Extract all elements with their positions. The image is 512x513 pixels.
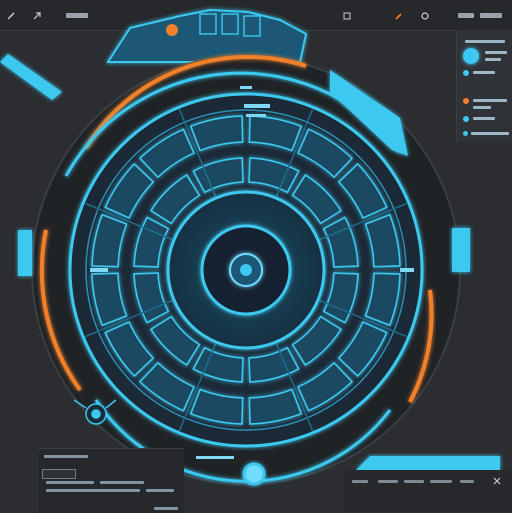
diagonal-accent-bar bbox=[0, 54, 62, 100]
bottom-right-bar bbox=[356, 456, 500, 470]
row-1-line bbox=[485, 51, 507, 54]
top-turret bbox=[106, 8, 308, 63]
panel-row-4[interactable] bbox=[457, 112, 512, 126]
strip-line-1 bbox=[352, 480, 368, 483]
status-button[interactable] bbox=[42, 469, 76, 479]
circular-hud-display bbox=[0, 8, 500, 486]
row-1-subline bbox=[485, 58, 501, 61]
right-info-panel bbox=[456, 30, 512, 142]
status-line-3 bbox=[100, 481, 144, 484]
status-line-1 bbox=[44, 455, 88, 458]
row-4-line bbox=[473, 117, 495, 120]
status-line-6 bbox=[154, 507, 178, 510]
small-dot-icon bbox=[463, 131, 468, 136]
strip-line-4 bbox=[430, 480, 452, 483]
bottom-status-panel bbox=[38, 448, 184, 513]
avatar-icon bbox=[463, 48, 479, 64]
strip-line-3 bbox=[404, 480, 424, 483]
panel-row-3[interactable] bbox=[457, 94, 512, 109]
row-3-subline bbox=[473, 106, 491, 109]
close-icon[interactable] bbox=[492, 476, 502, 486]
panel-row-1[interactable] bbox=[457, 42, 512, 68]
strip-line-5 bbox=[460, 480, 474, 483]
bottom-indicator-icon[interactable] bbox=[242, 462, 266, 486]
row-5-line bbox=[471, 132, 509, 135]
left-bracket bbox=[18, 230, 32, 276]
row-3-line bbox=[473, 99, 507, 102]
status-dot-icon bbox=[463, 70, 469, 76]
strip-line-2 bbox=[378, 480, 398, 483]
alert-dot-icon bbox=[463, 98, 469, 104]
bottom-right-strip bbox=[344, 470, 512, 512]
status-line-4 bbox=[46, 489, 140, 492]
panel-row-5[interactable] bbox=[457, 128, 512, 142]
row-2-line bbox=[473, 71, 495, 74]
status-line-5 bbox=[146, 489, 174, 492]
right-bracket bbox=[452, 228, 470, 272]
status-line-2 bbox=[46, 481, 94, 484]
core-dot bbox=[240, 264, 252, 276]
panel-row-2[interactable] bbox=[457, 66, 512, 80]
turret-indicator-icon bbox=[166, 24, 178, 36]
info-dot-icon bbox=[463, 116, 469, 122]
